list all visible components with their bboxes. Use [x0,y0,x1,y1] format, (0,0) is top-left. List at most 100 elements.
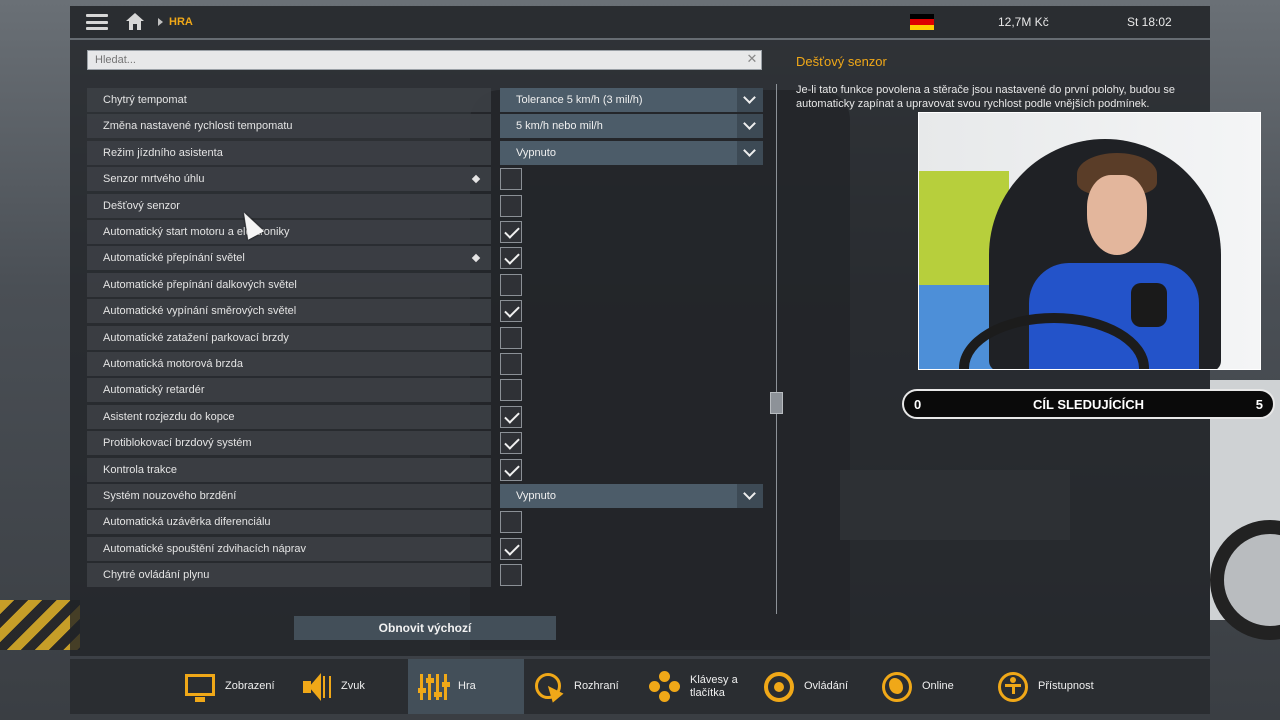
setting-checkbox[interactable] [500,168,522,190]
nav-display[interactable]: Zobrazení [183,659,275,714]
webcam-microphone [1131,283,1167,327]
description-title: Dešťový senzor [796,54,887,69]
nav-interface[interactable]: Rozhraní [532,659,619,714]
setting-checkbox[interactable] [500,327,522,349]
top-bar: HRA 12,7M Kč St 18:02 [70,6,1210,38]
germany-flag-icon [910,14,934,30]
setting-row[interactable]: Systém nouzového brzdění Vypnuto [87,484,767,508]
setting-checkbox[interactable] [500,406,522,428]
setting-dropdown[interactable]: 5 km/h nebo mil/h [500,114,763,138]
setting-dropdown[interactable]: Vypnuto [500,141,763,165]
setting-row[interactable]: Protiblokovací brzdový systém [87,431,767,455]
setting-row[interactable]: Senzor mrtvého úhlu [87,167,767,191]
nav-label: Ovládání [804,680,849,692]
modified-marker-icon [471,253,481,263]
nav-accessibility[interactable]: Přístupnost [996,659,1094,714]
setting-label: Automatické přepínání dalkových světel [87,273,491,297]
scrollbar-track[interactable] [776,84,777,614]
setting-dropdown[interactable]: Tolerance 5 km/h (3 mil/h) [500,88,763,112]
setting-checkbox[interactable] [500,274,522,296]
setting-label-text: Změna nastavené rychlosti tempomatu [103,120,293,132]
setting-checkbox[interactable] [500,538,522,560]
sound-icon [299,670,333,704]
setting-checkbox[interactable] [500,459,522,481]
setting-row[interactable]: Režim jízdního asistenta Vypnuto [87,141,767,165]
nav-label: Zobrazení [225,680,275,692]
setting-checkbox[interactable] [500,511,522,533]
setting-checkbox[interactable] [500,300,522,322]
setting-row[interactable]: Dešťový senzor [87,194,767,218]
setting-label-text: Automatické vypínání směrových světel [103,305,297,317]
setting-dropdown[interactable]: Vypnuto [500,484,763,508]
setting-row[interactable]: Automatický retardér [87,378,767,402]
setting-row[interactable]: Automatická motorová brzda [87,352,767,376]
background-hazard-stripe [0,600,80,650]
setting-row[interactable]: Automatický start motoru a elektroniky [87,220,767,244]
setting-row[interactable]: Chytré ovládání plynu [87,563,767,587]
setting-label: Protiblokovací brzdový systém [87,431,491,455]
chevron-down-icon[interactable] [737,88,763,112]
setting-row[interactable]: Automatické vypínání směrových světel [87,299,767,323]
setting-row[interactable]: Změna nastavené rychlosti tempomatu 5 km/… [87,114,767,138]
chevron-down-icon[interactable] [737,114,763,138]
goal-label: CÍL SLEDUJÍCÍCH [1033,397,1144,412]
webcam-overlay [918,112,1261,370]
setting-label: Automatický start motoru a elektroniky [87,220,491,244]
chevron-down-icon[interactable] [737,141,763,165]
breadcrumb-arrow-icon [158,18,163,26]
clear-search-icon[interactable]: ✕ [745,52,759,66]
dropdown-value: 5 km/h nebo mil/h [516,120,603,132]
setting-label: Změna nastavené rychlosti tempomatu [87,114,491,138]
display-icon [183,670,217,704]
webcam-streamer-face [1087,175,1147,255]
setting-row[interactable]: Automatické spouštění zdvihacích náprav [87,537,767,561]
setting-row[interactable]: Automatické zatažení parkovací brzdy [87,326,767,350]
setting-checkbox[interactable] [500,379,522,401]
accessibility-icon [996,670,1030,704]
setting-row[interactable]: Asistent rozjezdu do kopce [87,405,767,429]
nav-controls[interactable]: Ovládání [762,659,848,714]
dropdown-value: Vypnuto [516,147,556,159]
setting-label-text: Režim jízdního asistenta [103,147,223,159]
setting-label: Dešťový senzor [87,194,491,218]
home-icon[interactable] [126,13,144,31]
setting-checkbox[interactable] [500,247,522,269]
setting-label-text: Protiblokovací brzdový systém [103,437,252,449]
setting-label-text: Automatické zatažení parkovací brzdy [103,332,289,344]
nav-label: Klávesy a tlačítka [690,673,738,699]
nav-label: Hra [458,680,476,692]
setting-row[interactable]: Automatické přepínání světel [87,246,767,270]
setting-label: Chytrý tempomat [87,88,491,112]
chevron-down-icon[interactable] [737,484,763,508]
setting-checkbox[interactable] [500,353,522,375]
nav-label: Zvuk [341,680,365,692]
nav-game[interactable]: Hra [408,659,524,714]
setting-label: Automatické přepínání světel [87,246,491,270]
scrollbar-thumb[interactable] [770,392,783,414]
setting-row[interactable]: Chytrý tempomat Tolerance 5 km/h (3 mil/h… [87,88,767,112]
setting-checkbox[interactable] [500,195,522,217]
dropdown-value: Vypnuto [516,490,556,502]
globe-icon [880,670,914,704]
reset-defaults-button[interactable]: Obnovit výchozí [294,616,556,640]
settings-category-bar: Zobrazení Zvuk Hra Rozhraní Klávesy a tl… [70,659,1210,714]
nav-label: Přístupnost [1038,680,1094,692]
setting-row[interactable]: Automatická uzávěrka diferenciálu [87,510,767,534]
setting-row[interactable]: Automatické přepínání dalkových světel [87,273,767,297]
setting-label-text: Chytrý tempomat [103,94,187,106]
nav-online[interactable]: Online [880,659,954,714]
setting-checkbox[interactable] [500,221,522,243]
game-sliders-icon [416,670,450,704]
setting-row[interactable]: Kontrola trakce [87,458,767,482]
setting-checkbox[interactable] [500,564,522,586]
menu-icon[interactable] [86,14,108,30]
nav-sound[interactable]: Zvuk [299,659,365,714]
nav-keys-buttons[interactable]: Klávesy a tlačítka [648,659,750,714]
setting-checkbox[interactable] [500,432,522,454]
search-input[interactable] [87,50,762,70]
follower-goal-bar: 0 CÍL SLEDUJÍCÍCH 5 [902,389,1275,419]
setting-label: Režim jízdního asistenta [87,141,491,165]
setting-label: Kontrola trakce [87,458,491,482]
interface-icon [532,670,566,704]
game-clock: St 18:02 [1127,15,1172,29]
